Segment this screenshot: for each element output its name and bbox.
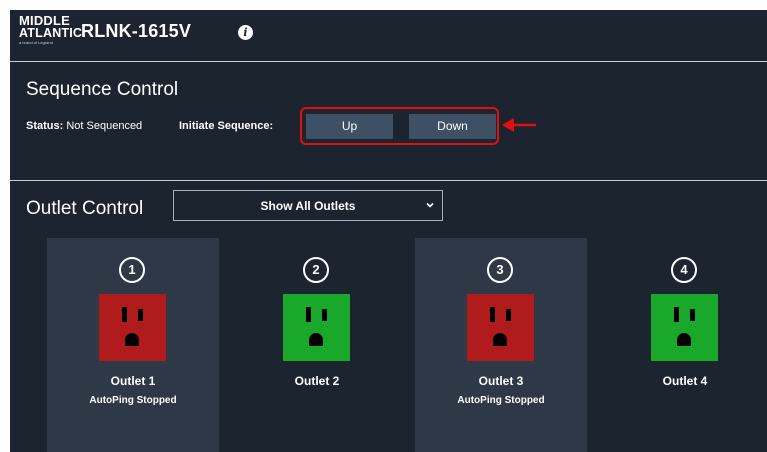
outlet-name: Outlet 4 [662, 374, 708, 388]
divider [10, 180, 767, 181]
sequence-down-button[interactable]: Down [409, 114, 496, 139]
outlet-number-badge: 1 [119, 257, 145, 283]
outlet-socket-icon[interactable] [467, 294, 534, 361]
status-value: Not Sequenced [66, 120, 143, 132]
outlet-name: Outlet 3 [478, 374, 524, 388]
outlet-status: AutoPing Stopped [457, 395, 545, 406]
sequence-status: Status: Not Sequenced [26, 120, 142, 132]
outlet-number-badge: 2 [303, 257, 329, 283]
outlet-name: Outlet 1 [110, 374, 156, 388]
status-label: Status: [26, 120, 64, 132]
info-icon[interactable]: i [238, 25, 253, 40]
outlet-filter-value: Show All Outlets [260, 199, 356, 213]
device-model: RLNK-1615V [81, 21, 192, 41]
sequence-control-title: Sequence Control [26, 79, 179, 100]
logo-tagline: a brand of Legrand [19, 40, 53, 45]
outlet-socket-icon[interactable] [651, 294, 718, 361]
app-frame: MIDDLE ATLANTIC. a brand of Legrand RLNK… [10, 10, 767, 452]
outlet-card-3[interactable]: 3 Outlet 3 AutoPing Stopped [415, 238, 587, 452]
outlet-control-title: Outlet Control [26, 198, 144, 219]
divider [10, 61, 767, 62]
logo-line2: ATLANTIC. [19, 26, 86, 40]
outlet-socket-icon[interactable] [283, 294, 350, 361]
outlet-card-4[interactable]: 4 Outlet 4 [599, 238, 767, 452]
initiate-sequence-label: Initiate Sequence: [179, 120, 274, 132]
outlet-socket-icon[interactable] [99, 294, 166, 361]
chevron-down-icon [426, 202, 434, 208]
outlet-name: Outlet 2 [294, 374, 340, 388]
header: MIDDLE ATLANTIC. a brand of Legrand RLNK… [10, 10, 767, 54]
sequence-up-button[interactable]: Up [306, 114, 393, 139]
logo: MIDDLE ATLANTIC. a brand of Legrand [19, 14, 86, 49]
outlet-status: AutoPing Stopped [89, 395, 177, 406]
outlet-card-1[interactable]: 1 Outlet 1 AutoPing Stopped [47, 238, 219, 452]
outlet-number-badge: 3 [487, 257, 513, 283]
outlet-number-badge: 4 [671, 257, 697, 283]
outlet-filter-select[interactable]: Show All Outlets [173, 190, 443, 221]
arrow-left-icon [502, 118, 536, 132]
outlet-card-2[interactable]: 2 Outlet 2 [231, 238, 403, 452]
